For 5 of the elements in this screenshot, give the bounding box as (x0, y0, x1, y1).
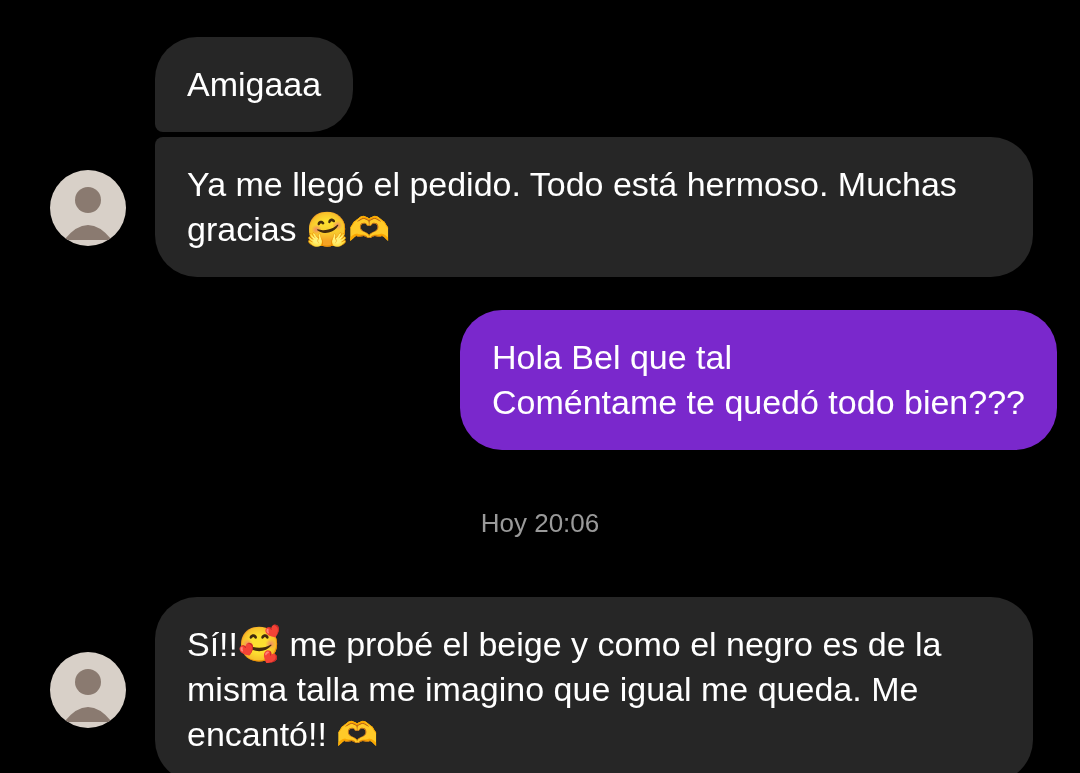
received-message: Ya me llegó el pedido. Todo está hermoso. Muchas gracias 🤗🫶 (155, 137, 1033, 277)
received-message: Sí!!🥰 me probé el beige y como el negro es de la misma talla me imagino que igual me queda. Me encantó!! 🫶 (155, 597, 1033, 773)
sent-message: Hola Bel que tal Coméntame te quedó todo bien??? (459, 310, 1057, 450)
received-message: Amigaaa (155, 37, 354, 132)
timestamp: Hoy 20:06 (479, 508, 601, 539)
